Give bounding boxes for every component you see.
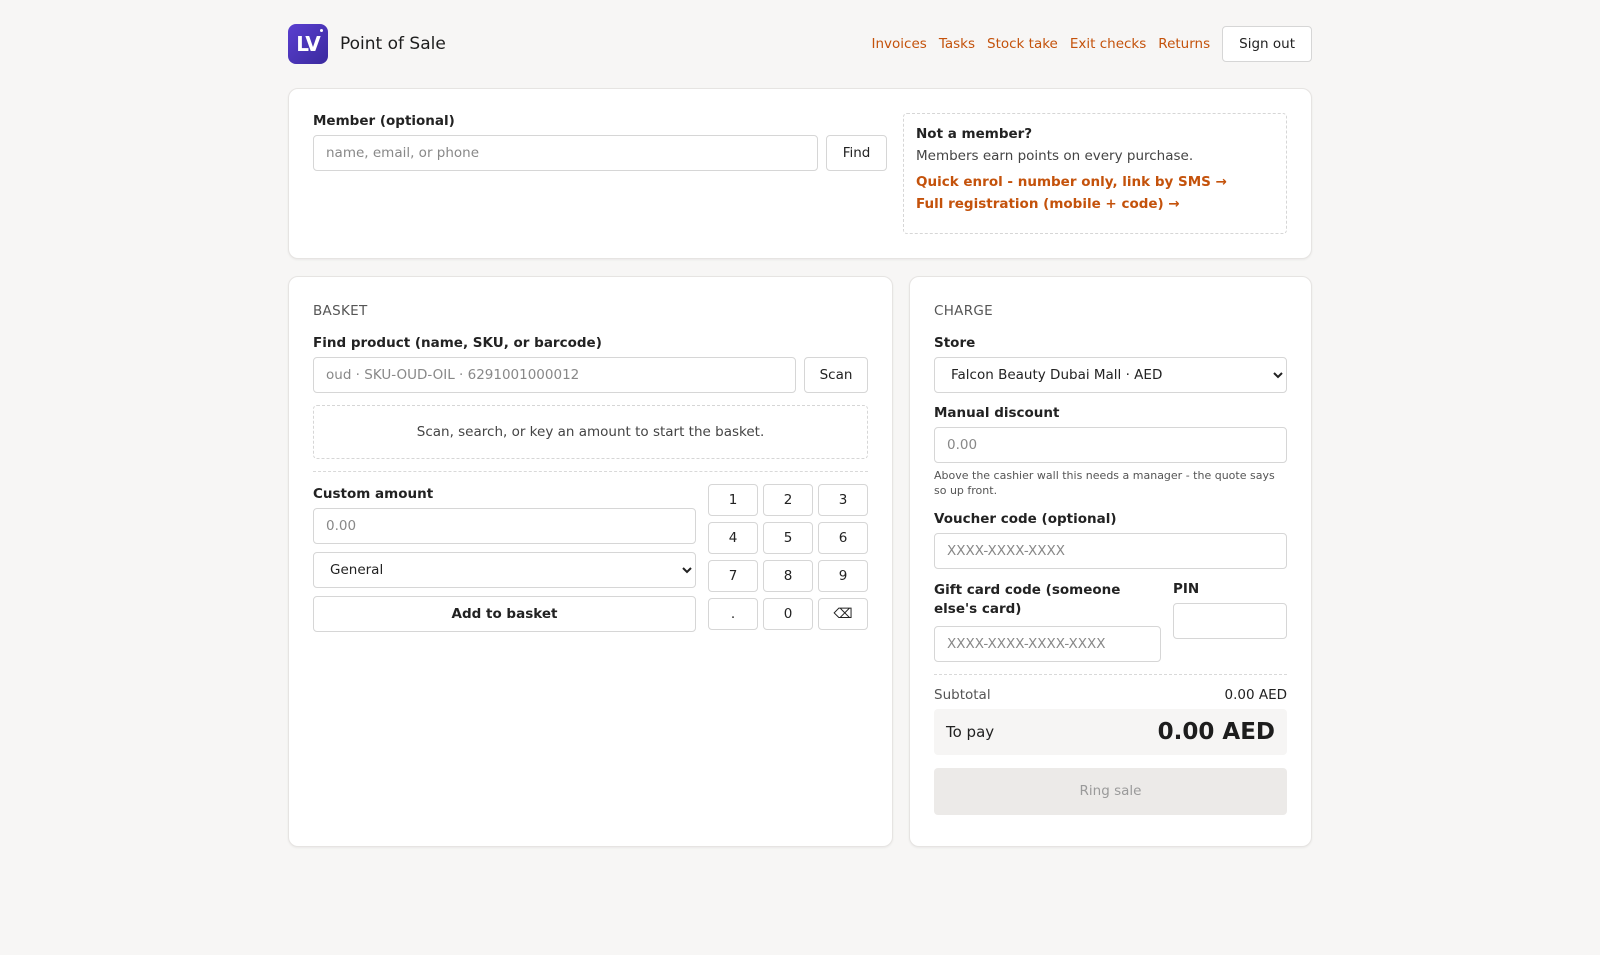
custom-amount-label: Custom amount <box>313 486 434 502</box>
custom-amount-input[interactable] <box>313 508 696 544</box>
charge-card: CHARGE Store Falcon Beauty Dubai Mall · … <box>909 276 1312 847</box>
gift-card-label: Gift card code (someone else's card) <box>934 581 1121 618</box>
nav-invoices[interactable]: Invoices <box>872 36 927 52</box>
nav-tasks[interactable]: Tasks <box>939 36 975 52</box>
sign-out-button[interactable]: Sign out <box>1222 26 1312 62</box>
member-search: Member (optional) Find <box>313 113 887 234</box>
top-nav: Invoices Tasks Stock take Exit checks Re… <box>872 26 1312 62</box>
manual-discount-input[interactable] <box>934 427 1287 463</box>
basket-card: BASKET Find product (name, SKU, or barco… <box>288 276 893 847</box>
to-pay-label: To pay <box>946 722 995 741</box>
full-registration-link[interactable]: Full registration (mobile + code) → <box>916 196 1274 212</box>
key-6[interactable]: 6 <box>818 522 868 554</box>
key-7[interactable]: 7 <box>708 560 758 592</box>
subtotal-label: Subtotal <box>934 686 991 703</box>
find-product-input[interactable] <box>313 357 796 393</box>
brand: LV Point of Sale <box>288 24 446 64</box>
custom-amount-area: Custom amount General Add to basket 1 2 … <box>313 484 868 632</box>
key-decimal[interactable]: . <box>708 598 758 630</box>
to-pay-value: 0.00 AED <box>1157 718 1275 745</box>
not-member-title: Not a member? <box>916 126 1033 142</box>
store-label: Store <box>934 335 976 351</box>
member-search-input[interactable] <box>313 135 819 171</box>
subtotal-row: Subtotal 0.00 AED <box>934 687 1287 703</box>
page-title: Point of Sale <box>340 34 446 54</box>
logo-dot <box>320 29 323 32</box>
key-2[interactable]: 2 <box>763 484 813 516</box>
add-to-basket-button[interactable]: Add to basket <box>313 596 696 632</box>
logo: LV <box>288 24 328 64</box>
key-3[interactable]: 3 <box>818 484 868 516</box>
nav-exit-checks[interactable]: Exit checks <box>1070 36 1146 52</box>
header: LV Point of Sale Invoices Tasks Stock ta… <box>288 0 1312 88</box>
nav-returns[interactable]: Returns <box>1158 36 1210 52</box>
voucher-label: Voucher code (optional) <box>934 510 1117 527</box>
key-backspace-icon[interactable]: ⌫ <box>818 598 868 630</box>
main-grid: BASKET Find product (name, SKU, or barco… <box>288 276 1312 847</box>
category-select[interactable]: General <box>313 552 696 588</box>
find-member-button[interactable]: Find <box>826 135 887 171</box>
basket-empty-state: Scan, search, or key an amount to start … <box>313 405 868 459</box>
find-product-label: Find product (name, SKU, or barcode) <box>313 335 602 351</box>
pin-label: PIN <box>1173 580 1200 597</box>
pin-input[interactable] <box>1173 602 1287 639</box>
member-label: Member (optional) <box>313 113 455 129</box>
key-8[interactable]: 8 <box>763 560 813 592</box>
voucher-code-input[interactable] <box>934 532 1287 569</box>
key-9[interactable]: 9 <box>818 560 868 592</box>
not-member-subtitle: Members earn points on every purchase. <box>916 148 1194 164</box>
store-select[interactable]: Falcon Beauty Dubai Mall · AED <box>934 357 1287 393</box>
member-card: Member (optional) Find Not a member? Mem… <box>288 88 1312 259</box>
totals-divider <box>934 673 1287 675</box>
basket-divider <box>313 471 868 472</box>
ring-sale-button[interactable]: Ring sale <box>934 767 1287 815</box>
manual-discount-hint: Above the cashier wall this needs a mana… <box>934 469 1275 497</box>
gift-card-row: Gift card code (someone else's card) PIN <box>934 581 1287 662</box>
quick-enrol-link[interactable]: Quick enrol - number only, link by SMS → <box>916 174 1274 190</box>
key-1[interactable]: 1 <box>708 484 758 516</box>
key-5[interactable]: 5 <box>763 522 813 554</box>
basket-title: BASKET <box>313 303 368 319</box>
key-0[interactable]: 0 <box>763 598 813 630</box>
keypad: 1 2 3 4 5 6 7 8 9 . 0 ⌫ <box>708 484 868 632</box>
nav-stock-take[interactable]: Stock take <box>987 36 1058 52</box>
logo-text: LV <box>296 32 320 56</box>
charge-title: CHARGE <box>934 303 993 319</box>
manual-discount-label: Manual discount <box>934 405 1060 421</box>
page: LV Point of Sale Invoices Tasks Stock ta… <box>288 0 1312 847</box>
gift-card-input[interactable] <box>934 625 1161 662</box>
subtotal-value: 0.00 AED <box>1224 686 1287 703</box>
key-4[interactable]: 4 <box>708 522 758 554</box>
scan-button[interactable]: Scan <box>804 357 868 393</box>
to-pay-row: To pay 0.00 AED <box>934 708 1287 755</box>
not-member-panel: Not a member? Members earn points on eve… <box>903 113 1287 234</box>
